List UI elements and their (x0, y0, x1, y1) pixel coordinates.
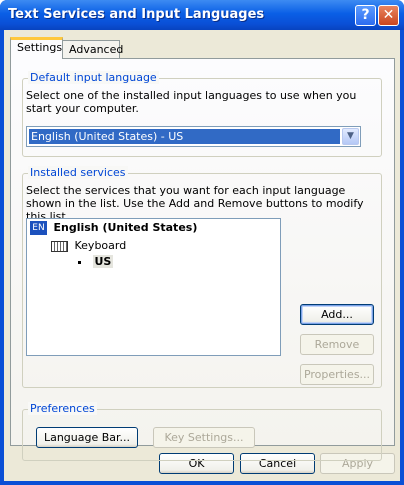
chevron-down-icon[interactable]: ▼ (342, 128, 359, 145)
tree-item-language[interactable]: EN English (United States) (30, 221, 197, 235)
add-button[interactable]: Add... (300, 304, 374, 325)
tab-advanced[interactable]: Advanced (62, 40, 123, 59)
keyboard-icon (51, 240, 68, 252)
key-settings-button[interactable]: Key Settings... (153, 427, 255, 448)
close-button[interactable]: ✕ (378, 5, 399, 26)
tree-keyboard-label: Keyboard (74, 239, 127, 252)
settings-panel: Default input language Select one of the… (10, 58, 395, 461)
tree-item-keyboard[interactable]: Keyboard (51, 239, 126, 252)
services-tree[interactable]: EN English (United States) Keyboard US (26, 218, 281, 356)
bullet-icon (78, 260, 81, 264)
language-bar-button[interactable]: Language Bar... (36, 427, 138, 448)
preferences-group: Preferences Language Bar... Key Settings… (22, 402, 382, 461)
default-language-value: English (United States) - US (29, 129, 340, 144)
tree-language-label: English (United States) (53, 221, 198, 234)
tab-settings[interactable]: Settings (10, 37, 63, 59)
tree-item-layout[interactable]: US (78, 255, 114, 268)
default-input-legend: Default input language (28, 71, 159, 84)
default-input-description: Select one of the installed input langua… (26, 89, 357, 115)
preferences-legend: Preferences (28, 402, 97, 415)
dialog-window: Text Services and Input Languages ? ✕ Se… (0, 0, 404, 485)
window-title: Text Services and Input Languages (8, 7, 265, 22)
language-code-icon: EN (30, 221, 47, 235)
installed-services-legend: Installed services (28, 166, 128, 179)
default-language-dropdown[interactable]: English (United States) - US ▼ (26, 126, 361, 147)
default-input-group: Default input language Select one of the… (22, 71, 382, 157)
tree-layout-label: US (92, 255, 114, 268)
dialog-body: Settings Advanced Default input language… (4, 30, 400, 481)
properties-button[interactable]: Properties... (300, 364, 374, 385)
remove-button[interactable]: Remove (300, 334, 374, 355)
title-bar[interactable]: Text Services and Input Languages ? ✕ (0, 0, 404, 30)
installed-services-group: Installed services Select the services t… (22, 166, 382, 388)
help-button[interactable]: ? (355, 5, 376, 26)
